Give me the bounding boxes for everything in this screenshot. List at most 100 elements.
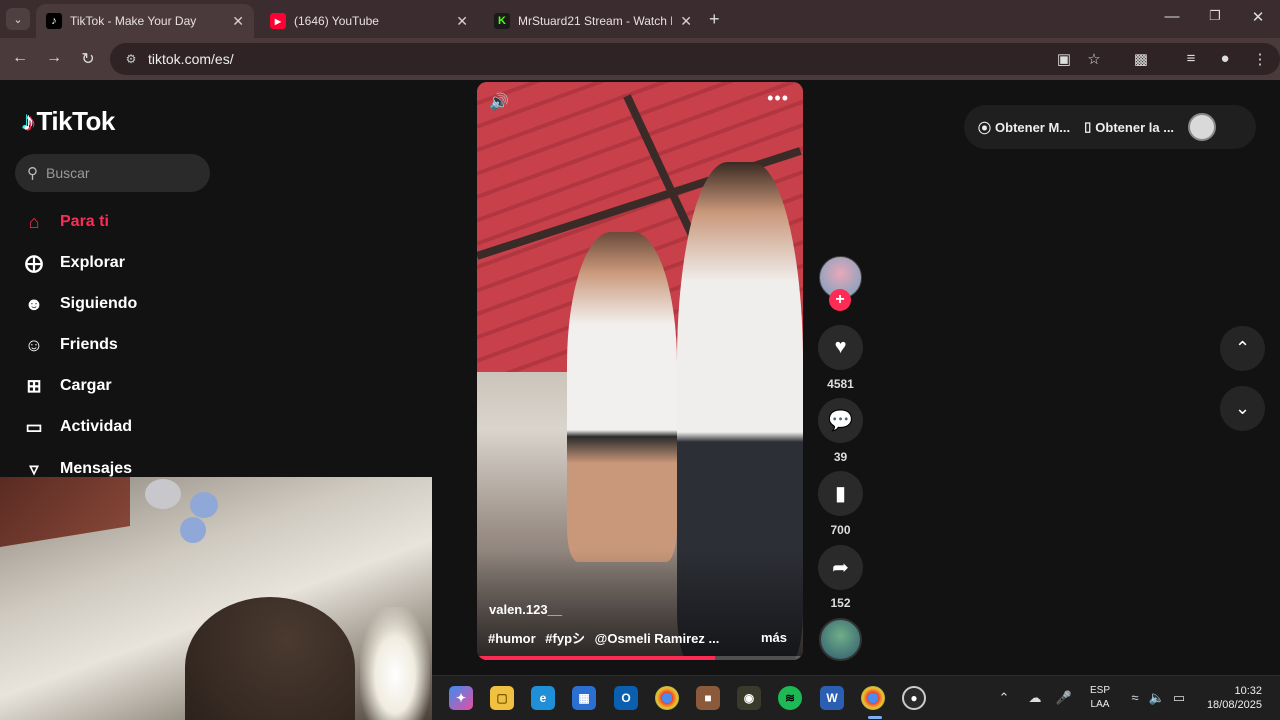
heart-icon: ♥ <box>834 336 847 358</box>
forward-icon[interactable]: → <box>44 49 64 67</box>
video-author[interactable]: valen.123__ <box>489 602 562 617</box>
tiktok-icon: ♪ <box>46 13 62 29</box>
clock-date: 18/08/2025 <box>1206 699 1262 711</box>
like-button[interactable]: ♥ <box>818 325 863 370</box>
balloon <box>190 492 218 518</box>
search-icon: ⚲ <box>27 165 38 182</box>
nav-explore[interactable]: ⨁ Explorar <box>22 249 125 277</box>
close-window-icon[interactable]: ✕ <box>1248 8 1268 26</box>
clock-time: 10:32 <box>1234 685 1262 697</box>
back-icon[interactable]: ← <box>10 49 30 67</box>
chrome-icon[interactable] <box>655 686 679 710</box>
comment-icon: 💬 <box>828 410 853 432</box>
like-count: 4581 <box>827 377 854 391</box>
copilot-icon[interactable]: ✦ <box>449 686 473 710</box>
language-layout: LAA <box>1090 699 1110 710</box>
search-box[interactable]: ⚲ <box>15 154 210 192</box>
media-control-icon[interactable]: ≡ <box>1181 50 1201 67</box>
tiktok-note-icon: ♪ <box>22 106 35 136</box>
video-progress-bar[interactable] <box>477 656 803 660</box>
webcam-overlay <box>0 477 432 720</box>
nav-friends[interactable]: ☺ Friends <box>22 331 118 359</box>
install-app-icon[interactable]: ▣ <box>1054 50 1074 68</box>
more-options-icon[interactable]: ••• <box>767 88 789 109</box>
video-player[interactable]: 🔊 ••• valen.123__ #humor #fypシ @Osmeli R… <box>477 82 803 660</box>
nav-label: Explorar <box>60 254 125 271</box>
show-hidden-icons-chevron[interactable]: ⌃ <box>995 690 1013 706</box>
tiktok-logo[interactable]: ♪ TikTok <box>22 106 115 137</box>
store-icon[interactable]: ▦ <box>572 686 596 710</box>
onedrive-cloud-icon[interactable]: ☁ <box>1026 690 1044 706</box>
bookmark-star-icon[interactable]: ☆ <box>1084 50 1104 68</box>
file-explorer-icon[interactable]: ▢ <box>490 686 514 710</box>
nav-activity[interactable]: ▭ Actividad <box>22 413 132 441</box>
nav-for-you[interactable]: ⌂ Para ti <box>22 208 109 236</box>
top-right-actions: ⦿ Obtener M... ▯ Obtener la ... <box>964 105 1256 149</box>
extensions-icon[interactable]: ▩ <box>1131 50 1151 68</box>
active-app-indicator <box>868 716 882 719</box>
battery-icon[interactable]: ▭ <box>1170 690 1188 706</box>
edge-icon[interactable]: e <box>531 686 555 710</box>
word-icon[interactable]: W <box>820 686 844 710</box>
chevron-up-icon: ⌃ <box>1234 338 1251 358</box>
video-progress-fill <box>477 656 715 660</box>
reload-icon[interactable]: ↻ <box>78 49 98 69</box>
browser-tab-bar: ⌄ ♪ TikTok - Make Your Day ✕ ▶ (1646) Yo… <box>0 0 1280 38</box>
chrome-profile-icon[interactable] <box>861 686 885 710</box>
phone-icon: ▯ <box>1084 119 1092 134</box>
mention-link[interactable]: @Osmeli Ramirez ... <box>595 631 720 646</box>
nav-label: Friends <box>60 336 118 353</box>
close-tab-icon[interactable]: ✕ <box>680 13 692 30</box>
activity-icon: ▭ <box>25 416 43 437</box>
new-tab-button[interactable]: + <box>709 9 720 30</box>
following-icon: ☻ <box>24 293 44 314</box>
nav-upload[interactable]: ⊞ Cargar <box>22 372 111 400</box>
menu-dots-icon[interactable]: ⋮ <box>1250 50 1270 68</box>
save-button[interactable]: ▮ <box>818 471 863 516</box>
webcam-person <box>185 597 355 720</box>
profile-avatar-icon[interactable]: ● <box>1215 50 1235 67</box>
comment-button[interactable]: 💬 <box>818 398 863 443</box>
tab-kick[interactable]: K MrStuard21 Stream - Watch Liv ✕ <box>484 4 702 38</box>
get-desktop-button[interactable]: ▯ Obtener la ... <box>1084 119 1174 135</box>
caption-more-button[interactable]: más <box>761 630 787 645</box>
share-icon: ➦ <box>832 557 849 579</box>
close-tab-icon[interactable]: ✕ <box>232 13 244 30</box>
game-app-icon[interactable]: ■ <box>696 686 720 710</box>
search-input[interactable] <box>46 165 186 181</box>
profile-avatar[interactable] <box>1188 113 1217 141</box>
volume-tray-icon[interactable]: 🔈 <box>1148 690 1166 706</box>
balloon <box>180 517 206 543</box>
hashtag-link[interactable]: #humor <box>488 631 536 646</box>
minimize-icon[interactable]: — <box>1162 8 1182 25</box>
obs-icon[interactable]: ● <box>902 686 926 710</box>
previous-video-button[interactable]: ⌃ <box>1220 326 1265 371</box>
game-app-icon[interactable]: ◉ <box>737 686 761 710</box>
wifi-icon[interactable]: ≈ <box>1126 690 1144 705</box>
follow-plus-icon[interactable]: + <box>829 289 851 311</box>
hashtag-link[interactable]: #fypシ <box>545 631 585 646</box>
system-clock[interactable]: 10:32 18/08/2025 <box>1200 684 1262 712</box>
get-desktop-label: Obtener la ... <box>1095 119 1175 135</box>
share-button[interactable]: ➦ <box>818 545 863 590</box>
address-bar[interactable]: ⚙ tiktok.com/es/ <box>110 43 1280 75</box>
get-app-button[interactable]: ⦿ Obtener M... <box>978 118 1070 137</box>
keyboard-language[interactable]: ESP LAA <box>1090 684 1110 712</box>
nav-label: Mensajes <box>60 460 133 477</box>
nav-following[interactable]: ☻ Siguiendo <box>22 290 138 318</box>
nav-label: Siguiendo <box>60 295 138 312</box>
restore-icon[interactable]: ❐ <box>1205 8 1225 24</box>
home-icon: ⌂ <box>28 211 40 232</box>
music-disc-icon[interactable] <box>819 618 862 661</box>
tab-tiktok[interactable]: ♪ TikTok - Make Your Day ✕ <box>36 4 254 38</box>
close-tab-icon[interactable]: ✕ <box>456 13 468 30</box>
outlook-icon[interactable]: O <box>614 686 638 710</box>
tab-search-button[interactable]: ⌄ <box>6 8 30 30</box>
microphone-icon[interactable]: 🎤 <box>1055 690 1073 706</box>
next-video-button[interactable]: ⌄ <box>1220 386 1265 431</box>
spotify-icon[interactable]: ≋ <box>778 686 802 710</box>
volume-icon[interactable]: 🔊 <box>489 92 509 112</box>
tab-youtube[interactable]: ▶ (1646) YouTube ✕ <box>260 4 478 38</box>
site-info-icon[interactable]: ⚙ <box>122 50 140 68</box>
save-count: 700 <box>830 523 851 537</box>
